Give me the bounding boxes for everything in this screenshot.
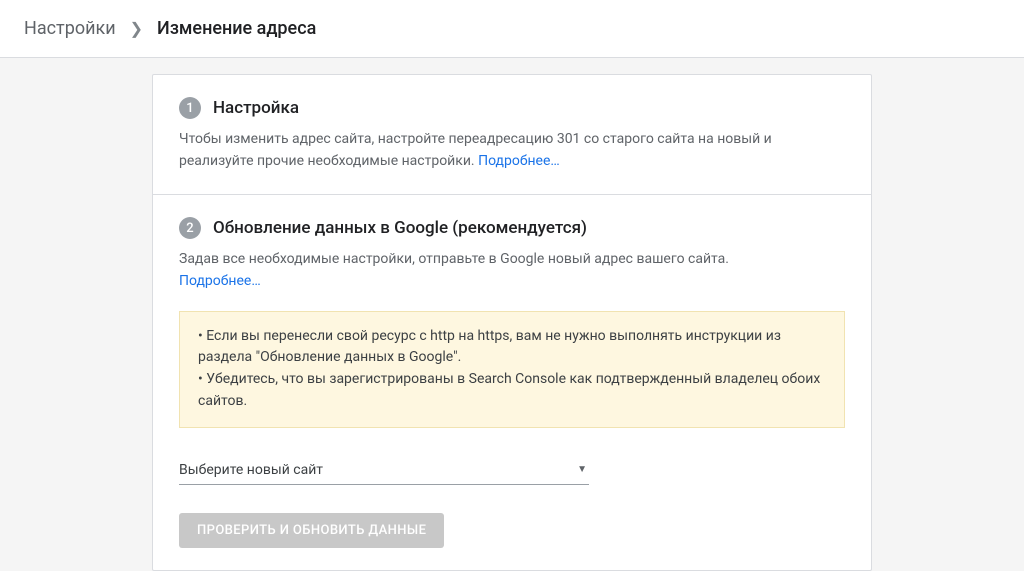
step2-description: Задав все необходимые настройки, отправь… [179, 249, 845, 292]
breadcrumb-root[interactable]: Настройки [24, 18, 116, 39]
step2-title: Обновление данных в Google (рекомендуетс… [213, 218, 587, 238]
settings-card: 1 Настройка Чтобы изменить адрес сайта, … [152, 74, 872, 571]
notice-bullet-1: • Если вы перенесли свой ресурс с http н… [198, 326, 826, 369]
step2-section: 2 Обновление данных в Google (рекомендуе… [153, 194, 871, 569]
step1-title: Настройка [213, 98, 299, 118]
site-select-dropdown[interactable]: Выберите новый сайт ▼ [179, 456, 589, 485]
breadcrumb-current: Изменение адреса [157, 18, 316, 39]
caret-down-icon: ▼ [577, 464, 587, 475]
step-number-badge: 1 [179, 97, 201, 119]
step1-desc-text: Чтобы изменить адрес сайта, настройте пе… [179, 131, 772, 169]
step1-section: 1 Настройка Чтобы изменить адрес сайта, … [153, 75, 871, 194]
notice-box: • Если вы перенесли свой ресурс с http н… [179, 311, 845, 428]
main-content: 1 Настройка Чтобы изменить адрес сайта, … [0, 58, 1024, 571]
chevron-right-icon: ❯ [130, 19, 143, 38]
notice-bullet-2: • Убедитесь, что вы зарегистрированы в S… [198, 369, 826, 412]
learn-more-link[interactable]: Подробнее… [478, 153, 560, 169]
breadcrumb: Настройки ❯ Изменение адреса [0, 0, 1024, 58]
step-number-badge: 2 [179, 217, 201, 239]
validate-update-button[interactable]: ПРОВЕРИТЬ И ОБНОВИТЬ ДАННЫЕ [179, 513, 444, 548]
step2-header: 2 Обновление данных в Google (рекомендуе… [179, 217, 845, 239]
dropdown-label: Выберите новый сайт [179, 462, 323, 478]
step1-header: 1 Настройка [179, 97, 845, 119]
step1-description: Чтобы изменить адрес сайта, настройте пе… [179, 129, 845, 172]
step2-desc-text: Задав все необходимые настройки, отправь… [179, 251, 729, 267]
learn-more-link[interactable]: Подробнее… [179, 273, 261, 289]
